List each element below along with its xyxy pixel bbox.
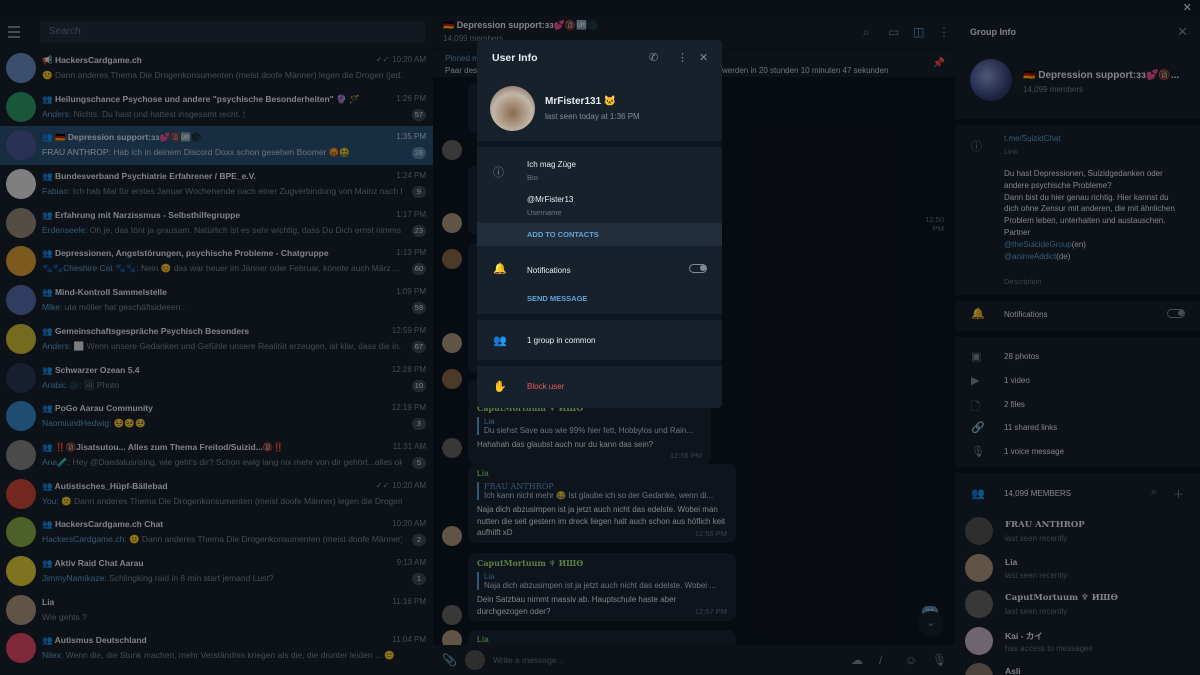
groups-in-common[interactable]: 1 group in common	[527, 336, 595, 345]
info-icon: ⓘ	[493, 167, 504, 179]
bio-label: Bio	[527, 173, 538, 182]
add-to-contacts-button[interactable]: ADD TO CONTACTS	[527, 230, 599, 239]
divider	[477, 314, 722, 320]
user-name: MrFister131 🐱	[545, 96, 617, 107]
bell-icon: 🔔	[493, 263, 507, 275]
window-close-icon[interactable]: ✕	[1183, 1, 1192, 14]
block-icon: ✋	[493, 381, 507, 393]
phone-icon[interactable]: ✆	[649, 51, 658, 64]
group-icon: 👥	[493, 335, 507, 347]
dialog-title: User Info	[492, 52, 538, 64]
notifications-label: Notifications	[527, 266, 571, 275]
block-user-button[interactable]: Block user	[527, 382, 564, 391]
user-username[interactable]: @MrFister13	[527, 195, 573, 204]
close-icon[interactable]: ✕	[699, 51, 708, 64]
send-message-button[interactable]: SEND MESSAGE	[527, 294, 587, 303]
notifications-toggle[interactable]	[689, 264, 707, 273]
divider	[477, 141, 722, 147]
divider	[477, 360, 722, 366]
window-titlebar: ✕	[0, 0, 1200, 15]
user-info-dialog: User Info ✆ ⋮ ✕ MrFister131 🐱 last seen …	[477, 40, 722, 408]
user-last-seen: last seen today at 1:36 PM	[545, 112, 640, 121]
add-to-contacts-row[interactable]	[477, 223, 722, 246]
username-label: Username	[527, 208, 562, 217]
more-icon[interactable]: ⋮	[677, 51, 688, 64]
user-bio: Ich mag Züge	[527, 160, 576, 169]
user-avatar[interactable]	[490, 86, 535, 131]
